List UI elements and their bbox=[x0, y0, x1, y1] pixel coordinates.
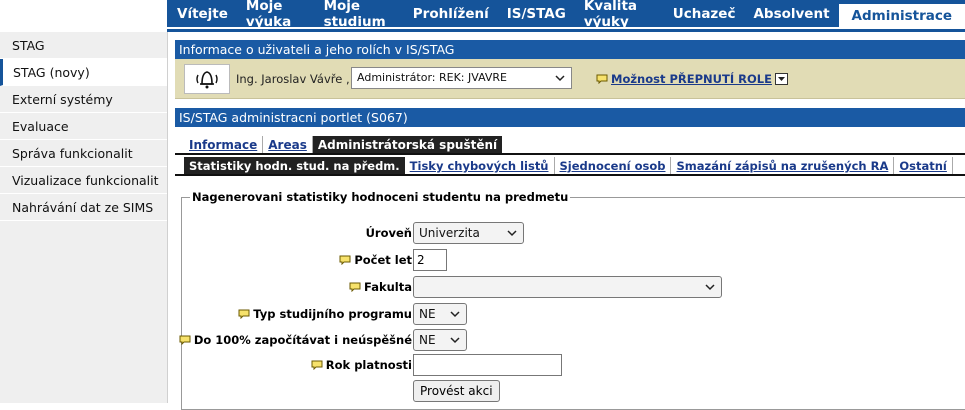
form-legend: Nagenerovani statistiky hodnoceni studen… bbox=[192, 190, 569, 204]
pocet-let-label-wrap: Počet let bbox=[339, 253, 412, 267]
do100-label: Do 100% započítávat i neúspěšné bbox=[193, 333, 412, 347]
tab-administratorska-spusteni[interactable]: Administrátorská spuštění bbox=[312, 136, 503, 153]
sidebar-item-vizualizace-funkcionalit[interactable]: Vizualizace funkcionalit bbox=[0, 167, 167, 194]
userinfo-panel: Ing. Jaroslav Vávře , Administrátor: REK… bbox=[175, 59, 965, 99]
nav-moje-vyuka[interactable]: Moje výuka bbox=[237, 0, 315, 30]
pocet-let-input[interactable]: 2 bbox=[413, 249, 447, 271]
submit-button[interactable]: Provést akci bbox=[413, 380, 500, 402]
do100-value: NE bbox=[419, 333, 436, 347]
userinfo-header: Informace o uživateli a jeho rolích v IS… bbox=[175, 40, 965, 59]
row-uroven: Úroveň Univerzita bbox=[182, 222, 965, 246]
pocet-let-label: Počet let bbox=[354, 253, 412, 267]
nav-prohlizeni[interactable]: Prohlížení bbox=[404, 0, 498, 27]
main-content: Informace o uživateli a jeho rolích v IS… bbox=[175, 32, 965, 410]
subtab-smazani[interactable]: Smazání zápisů na zrušených RA bbox=[671, 157, 895, 174]
top-navigation: Vítejte Moje výuka Moje studium Prohlíže… bbox=[167, 0, 965, 30]
statistics-form: Nagenerovani statistiky hodnoceni studen… bbox=[179, 190, 965, 410]
subtab-ostatni[interactable]: Ostatní bbox=[894, 157, 953, 174]
tab-areas[interactable]: Areas bbox=[263, 136, 313, 153]
nav-uchazec[interactable]: Uchazeč bbox=[664, 0, 745, 27]
chevron-down-icon bbox=[555, 75, 565, 82]
user-name: Ing. Jaroslav Vávře , bbox=[236, 72, 350, 86]
sidebar-item-stag[interactable]: STAG bbox=[0, 32, 167, 59]
tab-informace[interactable]: Informace bbox=[184, 136, 264, 153]
do100-select[interactable]: NE bbox=[413, 329, 467, 351]
typ-label: Typ studijního programu bbox=[253, 307, 412, 321]
comment-icon bbox=[179, 335, 191, 345]
sidebar-item-sprava-funkcionalit[interactable]: Správa funkcionalit bbox=[0, 140, 167, 167]
switch-role-link[interactable]: Možnost PŘEPNUTÍ ROLE bbox=[596, 72, 788, 86]
sidebar: STAG STAG (novy) Externí systémy Evaluac… bbox=[0, 32, 168, 403]
nav-kvalita-vyuky[interactable]: Kvalita výuky bbox=[575, 0, 664, 30]
chevron-down-icon bbox=[507, 230, 517, 237]
row-pocet-let: Počet let 2 bbox=[182, 249, 965, 273]
rok-input[interactable] bbox=[413, 354, 562, 376]
comment-icon bbox=[349, 282, 361, 292]
role-select[interactable]: Administrátor: REK: JVAVRE bbox=[351, 67, 572, 89]
comment-icon bbox=[339, 255, 351, 265]
portlet-subtabs: Statistiky hodn. stud. na předm. Tisky c… bbox=[175, 157, 965, 176]
typ-select[interactable]: NE bbox=[413, 303, 467, 325]
portlet-tabs: Informace Areas Administrátorská spuštěn… bbox=[175, 136, 965, 155]
sidebar-item-evaluace[interactable]: Evaluace bbox=[0, 113, 167, 140]
rok-label: Rok platnosti bbox=[325, 358, 412, 372]
comment-icon bbox=[596, 74, 608, 84]
subtab-sjednoceni[interactable]: Sjednocení osob bbox=[555, 157, 672, 174]
row-do100: Do 100% započítávat i neúspěšné NE bbox=[179, 329, 965, 353]
nav-isstag[interactable]: IS/STAG bbox=[498, 0, 575, 27]
uroven-value: Univerzita bbox=[419, 226, 480, 240]
uroven-label: Úroveň bbox=[365, 226, 412, 240]
nav-administrace[interactable]: Administrace bbox=[838, 4, 965, 27]
typ-label-wrap: Typ studijního programu bbox=[238, 307, 412, 321]
sidebar-item-nahravani-dat[interactable]: Nahrávání dat ze SIMS bbox=[0, 194, 167, 221]
row-submit: Provést akci bbox=[182, 380, 965, 404]
sidebar-item-stag-novy[interactable]: STAG (novy) bbox=[0, 59, 167, 86]
comment-icon bbox=[238, 309, 250, 319]
row-rok: Rok platnosti bbox=[182, 354, 965, 378]
sidebar-item-externi-systemy[interactable]: Externí systémy bbox=[0, 86, 167, 113]
comment-icon bbox=[311, 360, 323, 370]
portlet-header: IS/STAG administracni portlet (S067) bbox=[175, 108, 965, 127]
fakulta-label: Fakulta bbox=[364, 280, 412, 294]
chevron-down-icon bbox=[705, 284, 715, 291]
switch-role-label: Možnost PŘEPNUTÍ ROLE bbox=[611, 72, 772, 86]
fakulta-select[interactable] bbox=[413, 276, 722, 298]
role-select-value: Administrátor: REK: JVAVRE bbox=[357, 71, 508, 84]
row-fakulta: Fakulta bbox=[182, 276, 965, 300]
nav-moje-studium[interactable]: Moje studium bbox=[315, 0, 404, 30]
chevron-down-icon bbox=[450, 311, 460, 318]
typ-value: NE bbox=[419, 307, 436, 321]
nav-vitejte[interactable]: Vítejte bbox=[167, 0, 237, 27]
uroven-select[interactable]: Univerzita bbox=[413, 222, 524, 244]
rok-label-wrap: Rok platnosti bbox=[311, 358, 412, 372]
fakulta-label-wrap: Fakulta bbox=[349, 280, 412, 294]
topnav-spacer bbox=[0, 0, 167, 29]
bell-icon[interactable] bbox=[184, 64, 230, 94]
dropdown-icon[interactable] bbox=[774, 73, 788, 85]
nav-absolvent[interactable]: Absolvent bbox=[744, 0, 838, 27]
row-typ: Typ studijního programu NE bbox=[182, 303, 965, 327]
chevron-down-icon bbox=[450, 337, 460, 344]
subtab-tisky[interactable]: Tisky chybových listů bbox=[405, 157, 555, 174]
subtab-statistiky[interactable]: Statistiky hodn. stud. na předm. bbox=[184, 157, 405, 174]
do100-label-wrap: Do 100% započítávat i neúspěšné bbox=[179, 333, 412, 347]
